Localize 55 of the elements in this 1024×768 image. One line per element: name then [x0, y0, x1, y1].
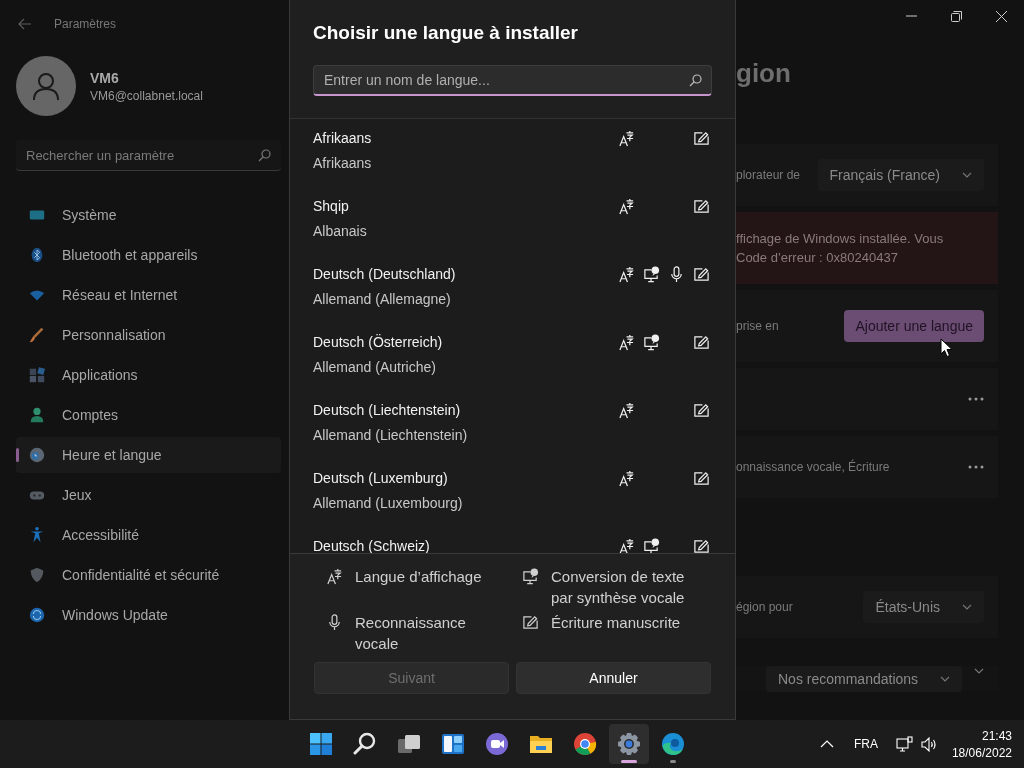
- legend-label: Conversion de texte par synthèse vocale: [551, 567, 686, 608]
- setting-label: plorateur de: [736, 168, 801, 182]
- language-translation: Allemand (Luxembourg): [313, 495, 464, 511]
- user-name: VM6: [90, 69, 120, 86]
- nav-item[interactable]: Personnalisation: [16, 317, 281, 353]
- language-search-field[interactable]: Entrer un nom de langue...: [313, 65, 712, 96]
- language-translation: Albanais: [313, 223, 368, 239]
- language-item[interactable]: Afrikaans Afrikaans: [290, 119, 735, 187]
- nav-item[interactable]: Réseau et Internet: [16, 277, 281, 313]
- language-name: Deutsch (Schweiz): [313, 538, 431, 553]
- nav-item[interactable]: Heure et langue: [16, 437, 281, 473]
- legend-label: Écriture manuscrite: [551, 613, 681, 633]
- page-title: gion: [736, 58, 792, 90]
- nav-item[interactable]: Bluetooth et appareils: [16, 237, 281, 273]
- nav-item[interactable]: Système: [16, 197, 281, 233]
- language-features: onnaissance vocale, Écriture: [736, 460, 890, 474]
- dialog-title: Choisir une langue à installer: [313, 22, 579, 44]
- nav-item[interactable]: Jeux: [16, 477, 281, 513]
- search-field[interactable]: Rechercher un paramètre: [16, 140, 281, 171]
- language-item[interactable]: Deutsch (Deutschland) Allemand (Allemagne): [290, 255, 735, 323]
- window-title: Paramètres: [54, 17, 117, 31]
- language-name: Shqip: [313, 198, 350, 214]
- language-name: Deutsch (Luxemburg): [313, 470, 449, 486]
- language-item[interactable]: Deutsch (Luxemburg) Allemand (Luxembourg): [290, 459, 735, 527]
- nav-item[interactable]: Accessibilité: [16, 517, 281, 553]
- language-item[interactable]: Deutsch (Liechtenstein) Allemand (Liechtenstein): [290, 391, 735, 459]
- setting-label: égion pour: [736, 600, 793, 614]
- clock-date[interactable]: 18/06/2022: [951, 745, 1012, 760]
- nav-item[interactable]: Confidentialité et sécurité: [16, 557, 281, 593]
- error-text: Code d’erreur : 0x80240437: [736, 250, 898, 265]
- user-email: VM6@collabnet.local: [90, 88, 203, 103]
- language-item[interactable]: Deutsch (Österreich) Allemand (Autriche): [290, 323, 735, 391]
- language-item[interactable]: Shqip Albanais: [290, 187, 735, 255]
- legend-label: Reconnaissance vocale: [355, 613, 467, 654]
- language-translation: Allemand (Liechtenstein): [313, 427, 469, 443]
- nav-item[interactable]: Applications: [16, 357, 281, 393]
- language-name: Deutsch (Liechtenstein): [313, 402, 462, 418]
- nav-item[interactable]: Comptes: [16, 397, 281, 433]
- error-text: ffichage de Windows installée. Vous: [736, 231, 944, 246]
- language-name: Deutsch (Deutschland): [313, 266, 457, 282]
- legend-label: Langue d’affichage: [355, 567, 482, 587]
- language-name: Afrikaans: [313, 130, 373, 146]
- dropdown[interactable]: États-Unis: [863, 591, 984, 623]
- language-name: Deutsch (Österreich): [313, 334, 444, 350]
- language-translation: Afrikaans: [313, 155, 373, 171]
- dialog-button[interactable]: Annuler: [516, 662, 711, 694]
- clock-time[interactable]: 21:43: [981, 728, 1012, 743]
- dropdown[interactable]: Nos recommandations: [766, 666, 963, 692]
- setting-label: prise en: [736, 319, 779, 333]
- input-language[interactable]: FRA: [853, 737, 878, 751]
- language-translation: Allemand (Autriche): [313, 359, 437, 375]
- language-item[interactable]: Deutsch (Schweiz): [290, 527, 735, 553]
- dropdown[interactable]: Français (France): [817, 159, 984, 191]
- language-translation: Allemand (Allemagne): [313, 291, 452, 307]
- nav-item[interactable]: Windows Update: [16, 597, 281, 633]
